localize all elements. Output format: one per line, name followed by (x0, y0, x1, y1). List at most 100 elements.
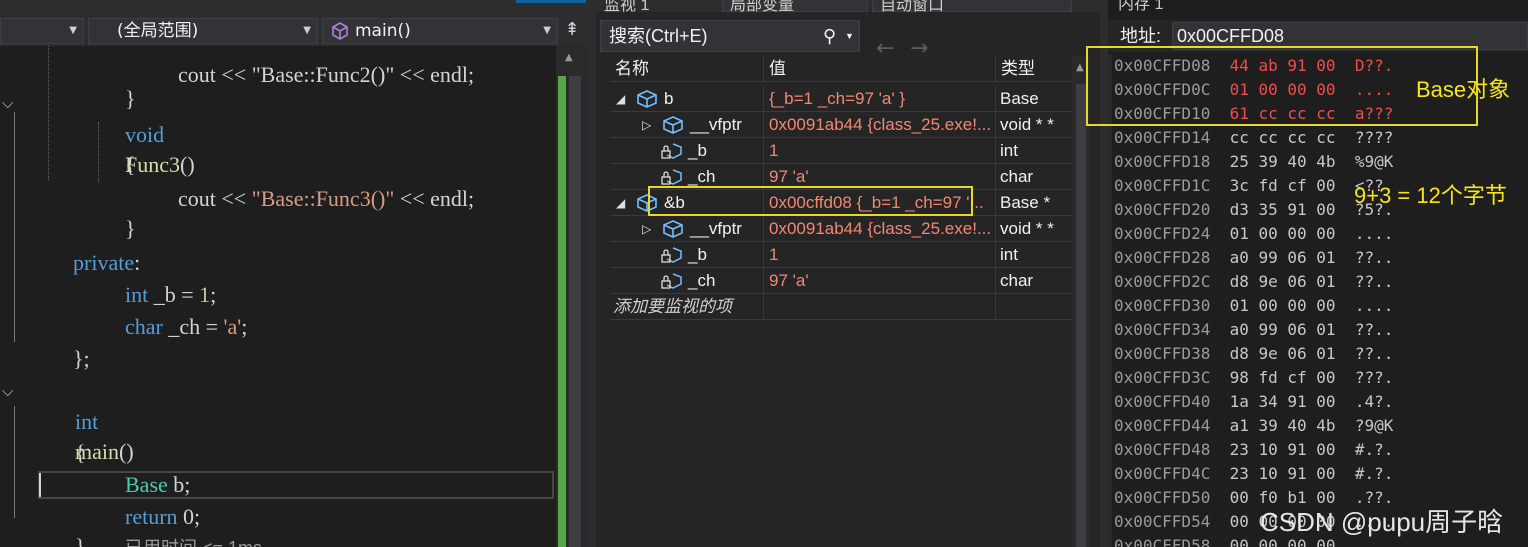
row-value[interactable]: 1 (764, 242, 996, 268)
table-row[interactable]: _b 1 int (610, 138, 1072, 164)
fold-line (14, 112, 15, 342)
pane-splitter[interactable] (586, 0, 596, 547)
scroll-thumb[interactable] (1076, 84, 1086, 547)
collapse-icon[interactable]: ⌵ (2, 94, 22, 116)
memory-bytes[interactable]: 25 39 40 4b (1230, 152, 1336, 171)
memory-bytes[interactable]: 1a 34 91 00 (1230, 392, 1336, 411)
row-value[interactable]: 97 'a' (764, 268, 996, 294)
expand-icon[interactable]: ▷ (642, 216, 651, 242)
watch-search-input[interactable]: 搜索(Ctrl+E) ⚲ ▼ (600, 20, 860, 52)
memory-row[interactable]: 0x00CFFD14 cc cc cc cc ???? (1114, 126, 1393, 150)
code-token: ; (468, 186, 475, 211)
code-token: return (125, 504, 178, 529)
memory-row[interactable]: 0x00CFFD48 23 10 91 00 #.?. (1114, 438, 1393, 462)
add-watch-row[interactable]: 添加要监视的项 (610, 294, 1072, 320)
memory-row[interactable]: 0x00CFFD1C 3c fd cf 00 <??. (1114, 174, 1393, 198)
collapse-icon[interactable]: ◢ (616, 86, 625, 112)
code-line: cout << "Base::Func2()" << endl; (145, 30, 474, 87)
tab-memory-1[interactable]: 内存 1 (1118, 0, 1163, 14)
memory-row[interactable]: 0x00CFFD2C d8 9e 06 01 ??.. (1114, 270, 1393, 294)
watch-toolbar: 搜索(Ctrl+E) ⚲ ▼ ← → (596, 16, 1100, 61)
memory-row[interactable]: 0x00CFFD34 a0 99 06 01 ??.. (1114, 318, 1393, 342)
memory-row[interactable]: 0x00CFFD3C 98 fd cf 00 ???. (1114, 366, 1393, 390)
row-value[interactable]: {_b=1 _ch=97 'a' } (764, 86, 996, 112)
table-row[interactable]: ◢ b {_b=1 _ch=97 'a' } Base (610, 86, 1072, 112)
row-name-cell: ▷ __vfptr (610, 216, 764, 242)
memory-bytes[interactable]: a1 39 40 4b (1230, 416, 1336, 435)
memory-row[interactable]: 0x00CFFD18 25 39 40 4b %9@K (1114, 150, 1393, 174)
watch-tabs: 监视 1 局部变量 自动窗口 (596, 0, 1100, 12)
memory-address: 0x00CFFD20 (1114, 200, 1211, 219)
row-value[interactable]: 0x0091ab44 {class_25.exe!... (764, 112, 996, 138)
search-icon[interactable]: ⚲ (823, 21, 836, 51)
memory-bytes[interactable]: d3 35 91 00 (1230, 200, 1336, 219)
memory-address: 0x00CFFD1C (1114, 176, 1211, 195)
tab-locals-label[interactable]: 局部变量 (730, 0, 794, 12)
table-row[interactable]: ▷ __vfptr 0x0091ab44 {class_25.exe!... v… (610, 112, 1072, 138)
row-name-cell: _b (610, 138, 764, 164)
scroll-up-icon[interactable]: ▲ (565, 52, 573, 63)
editor-scrollbar[interactable]: ▲ (556, 46, 586, 547)
memory-bytes[interactable]: a0 99 06 01 (1230, 248, 1336, 267)
memory-bytes[interactable]: d8 9e 06 01 (1230, 344, 1336, 363)
memory-chars: #.?. (1354, 464, 1394, 483)
memory-row[interactable]: 0x00CFFD38 d8 9e 06 01 ??.. (1114, 342, 1393, 366)
table-row[interactable]: ▷ __vfptr 0x0091ab44 {class_25.exe!... v… (610, 216, 1072, 242)
memory-row[interactable]: 0x00CFFD4C 23 10 91 00 #.?. (1114, 462, 1393, 486)
expand-icon[interactable]: ▷ (642, 112, 651, 138)
code-line: return 0; 已用时间 <= 1ms (92, 472, 262, 547)
memory-rows[interactable]: 0x00CFFD08 44 ab 91 00 D??. 0x00CFFD0C 01… (1108, 54, 1528, 547)
perf-tip[interactable]: 已用时间 <= 1ms (125, 538, 262, 547)
column-name-header[interactable]: 名称 (610, 56, 764, 82)
memory-bytes[interactable]: a0 99 06 01 (1230, 320, 1336, 339)
row-value[interactable]: 1 (764, 138, 996, 164)
scroll-thumb[interactable] (569, 76, 581, 547)
memory-chars: ??.. (1354, 248, 1394, 267)
editor-tab-strip (0, 0, 586, 16)
project-combo[interactable]: ▼ (0, 18, 84, 44)
column-type-header[interactable]: 类型 (996, 56, 1072, 82)
memory-bytes[interactable]: 98 fd cf 00 (1230, 368, 1336, 387)
memory-row[interactable]: 0x00CFFD20 d3 35 91 00 ?5?. (1114, 198, 1393, 222)
memory-row[interactable]: 0x00CFFD44 a1 39 40 4b ?9@K (1114, 414, 1393, 438)
memory-bytes[interactable]: 01 00 00 00 (1230, 296, 1336, 315)
row-name: __vfptr (690, 219, 742, 238)
split-window-button[interactable]: ⇞ (561, 18, 583, 44)
watch-scrollbar[interactable]: ▲ (1072, 56, 1090, 547)
code-token: ; (241, 314, 248, 339)
memory-address: 0x00CFFD28 (1114, 248, 1211, 267)
memory-address: 0x00CFFD4C (1114, 464, 1211, 483)
memory-chars: ??.. (1354, 320, 1394, 339)
memory-row[interactable]: 0x00CFFD40 1a 34 91 00 .4?. (1114, 390, 1393, 414)
memory-bytes[interactable]: 23 10 91 00 (1230, 464, 1336, 483)
code-token: 0; (177, 504, 201, 529)
collapse-icon[interactable]: ⌵ (2, 382, 22, 404)
row-value[interactable]: 0x0091ab44 {class_25.exe!... (764, 216, 996, 242)
table-row[interactable]: _ch 97 'a' char (610, 268, 1072, 294)
row-name-cell: _ch (610, 268, 764, 294)
memory-bytes[interactable]: d8 9e 06 01 (1230, 272, 1336, 291)
chevron-down-icon[interactable]: ▼ (845, 21, 854, 51)
memory-row[interactable]: 0x00CFFD28 a0 99 06 01 ??.. (1114, 246, 1393, 270)
collapse-icon[interactable]: ◢ (616, 190, 625, 216)
execution-marker (39, 473, 41, 497)
memory-bytes[interactable]: 01 00 00 00 (1230, 224, 1336, 243)
add-watch-placeholder[interactable]: 添加要监视的项 (610, 294, 764, 320)
row-name-cell: _b (610, 242, 764, 268)
memory-bytes[interactable]: 3c fd cf 00 (1230, 176, 1336, 195)
code-text-area[interactable]: cout << "Base::Func2()" << endl; } ⌵ voi… (0, 46, 556, 547)
object-annotation: Base对象 (1416, 77, 1511, 102)
tab-autos-label[interactable]: 自动窗口 (880, 0, 944, 12)
tab-watch-1[interactable]: 监视 1 (604, 0, 649, 12)
memory-bytes[interactable]: cc cc cc cc (1230, 128, 1336, 147)
table-row[interactable]: _b 1 int (610, 242, 1072, 268)
watch-window: 监视 1 局部变量 自动窗口 ▾ 搜索(Ctrl+E) ⚲ ▼ ← → 名称 值… (596, 0, 1100, 547)
memory-row[interactable]: 0x00CFFD30 01 00 00 00 .... (1114, 294, 1393, 318)
memory-chars: %9@K (1354, 152, 1394, 171)
memory-row[interactable]: 0x00CFFD24 01 00 00 00 .... (1114, 222, 1393, 246)
memory-bytes[interactable]: 23 10 91 00 (1230, 440, 1336, 459)
column-value-header[interactable]: 值 (764, 56, 996, 82)
scroll-up-icon[interactable]: ▲ (1076, 62, 1084, 73)
memory-address: 0x00CFFD48 (1114, 440, 1211, 459)
cube-icon (637, 90, 657, 108)
